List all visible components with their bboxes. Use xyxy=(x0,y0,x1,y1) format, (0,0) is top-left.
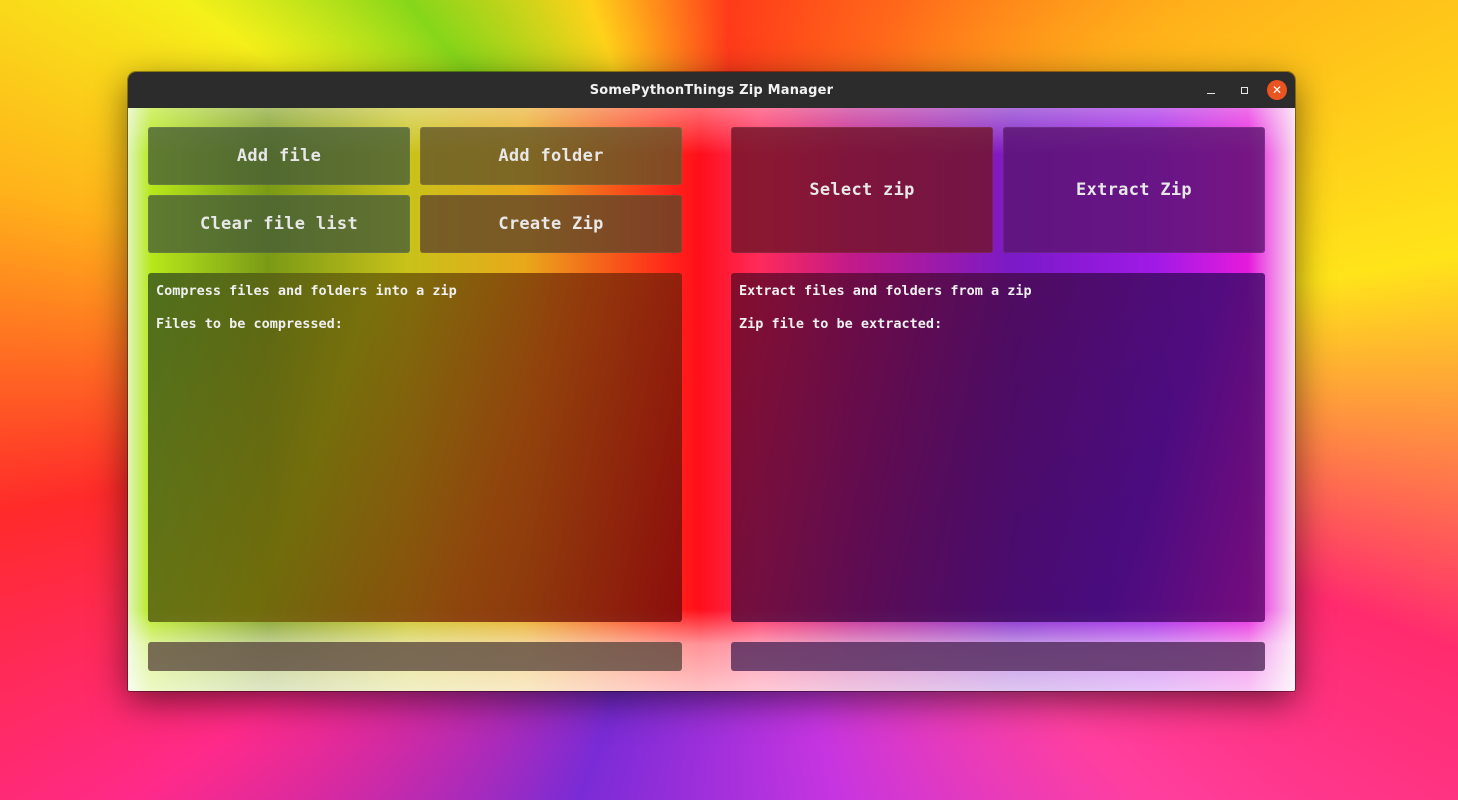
minimize-button[interactable] xyxy=(1201,80,1221,100)
extract-zip-button[interactable]: Extract Zip xyxy=(1003,127,1265,253)
create-zip-button[interactable]: Create Zip xyxy=(420,195,682,253)
minimize-icon xyxy=(1207,92,1215,95)
select-zip-button[interactable]: Select zip xyxy=(731,127,993,253)
zip-to-extract-label: Zip file to be extracted: xyxy=(739,316,943,332)
add-file-button[interactable]: Add file xyxy=(148,127,410,185)
title-bar[interactable]: SomePythonThings Zip Manager ✕ xyxy=(128,72,1295,108)
compress-heading: Compress files and folders into a zip xyxy=(156,283,457,299)
maximize-icon xyxy=(1240,86,1248,94)
extract-progress-bar xyxy=(731,642,1265,671)
compress-info-panel: Compress files and folders into a zip Fi… xyxy=(148,273,682,622)
main-content: Add file Add folder Clear file list Crea… xyxy=(128,108,1295,691)
add-folder-button[interactable]: Add folder xyxy=(420,127,682,185)
close-icon: ✕ xyxy=(1271,83,1283,97)
compress-progress-bar xyxy=(148,642,682,671)
window-title: SomePythonThings Zip Manager xyxy=(589,82,834,98)
extract-heading: Extract files and folders from a zip xyxy=(739,283,1032,299)
files-to-compress-label: Files to be compressed: xyxy=(156,316,343,332)
app-window: SomePythonThings Zip Manager ✕ Add file … xyxy=(128,72,1295,691)
clear-file-list-button[interactable]: Clear file list xyxy=(148,195,410,253)
close-button[interactable]: ✕ xyxy=(1267,80,1287,100)
maximize-button[interactable] xyxy=(1234,80,1254,100)
extract-info-panel: Extract files and folders from a zip Zip… xyxy=(731,273,1265,622)
